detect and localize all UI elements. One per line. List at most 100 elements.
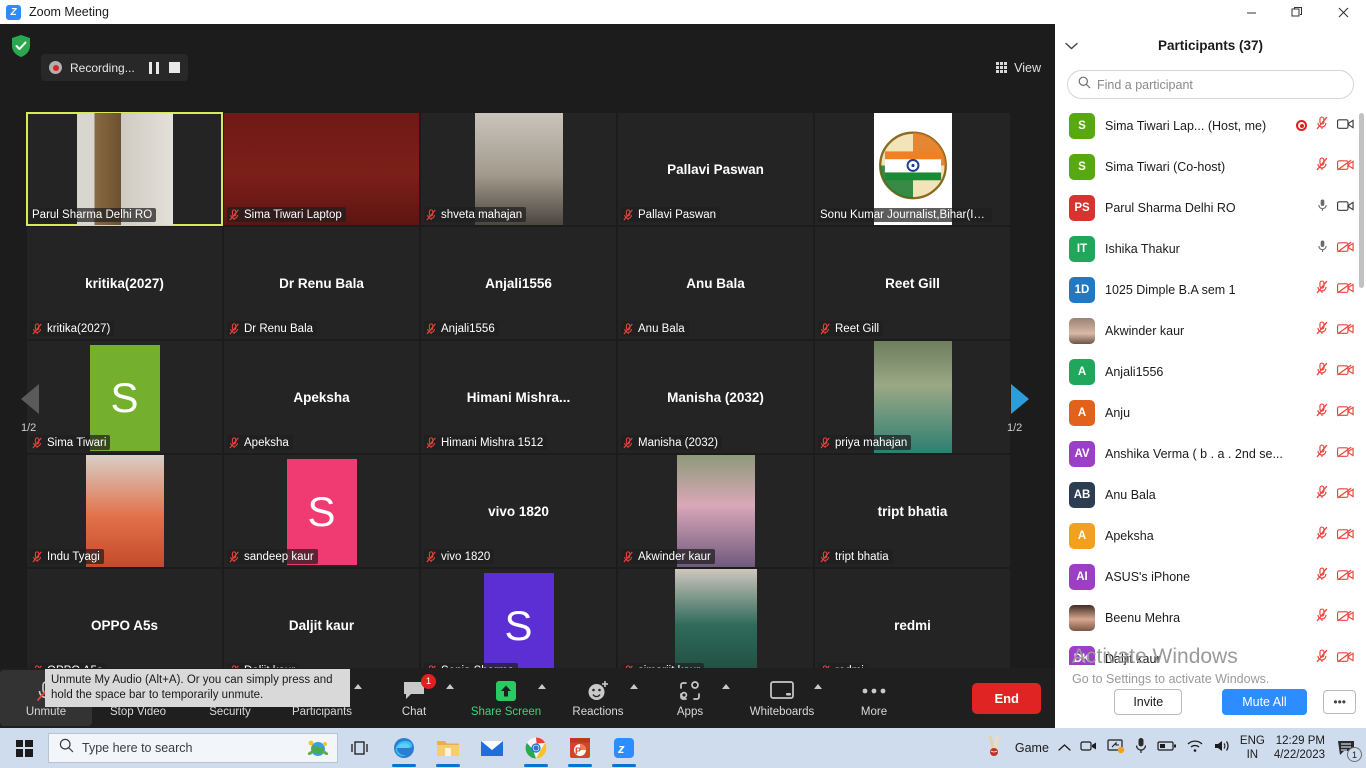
camera-on-icon[interactable]	[1337, 199, 1354, 217]
mic-muted-icon[interactable]	[1316, 116, 1328, 135]
chevron-up-icon[interactable]	[538, 684, 546, 689]
mic-muted-icon[interactable]	[1316, 157, 1328, 176]
mic-muted-icon[interactable]	[1316, 362, 1328, 381]
mic-muted-icon[interactable]	[1316, 321, 1328, 340]
stop-recording-icon[interactable]	[168, 62, 180, 73]
video-tile[interactable]: Ssandeep kaur	[223, 454, 420, 568]
participant-row[interactable]: A Anjali1556	[1055, 351, 1366, 392]
maximize-restore-button[interactable]	[1274, 0, 1320, 24]
video-tile[interactable]: Anjali1556 Anjali1556	[420, 226, 617, 340]
camera-off-icon[interactable]	[1337, 158, 1354, 176]
camera-off-icon[interactable]	[1337, 281, 1354, 299]
mic-on-icon[interactable]	[1317, 239, 1328, 258]
camera-off-icon[interactable]	[1337, 363, 1354, 381]
chevron-up-icon[interactable]	[354, 684, 362, 689]
camera-off-icon[interactable]	[1337, 609, 1354, 627]
wifi-icon[interactable]	[1186, 739, 1204, 758]
camera-off-icon[interactable]	[1337, 404, 1354, 422]
camera-tray-icon[interactable]	[1080, 739, 1098, 758]
video-tile[interactable]: redmiredmi	[814, 568, 1011, 682]
participant-row[interactable]: Beenu Mehra	[1055, 597, 1366, 638]
video-tile[interactable]: Sima Tiwari Laptop	[223, 112, 420, 226]
toolbar-apps-button[interactable]: Apps	[644, 670, 736, 726]
mic-muted-icon[interactable]	[1316, 403, 1328, 422]
mic-muted-icon[interactable]	[1316, 526, 1328, 545]
camera-off-icon[interactable]	[1337, 486, 1354, 504]
chrome-browser-icon[interactable]	[514, 728, 558, 768]
camera-off-icon[interactable]	[1337, 568, 1354, 586]
video-tile[interactable]: Akwinder kaur	[617, 454, 814, 568]
clock[interactable]: 12:29 PM 4/22/2023	[1274, 734, 1325, 762]
video-tile[interactable]: Manisha (2032) Manisha (2032)	[617, 340, 814, 454]
taskbar-search-box[interactable]: Type here to search	[48, 733, 338, 763]
participants-more-options-button[interactable]: •••	[1323, 690, 1356, 714]
mic-muted-icon[interactable]	[1316, 444, 1328, 463]
toolbar-more-button[interactable]: More	[828, 670, 920, 726]
participant-row[interactable]: Akwinder kaur	[1055, 310, 1366, 351]
view-button[interactable]: View	[996, 56, 1041, 80]
toolbar-share-screen-button[interactable]: Share Screen	[460, 670, 552, 726]
video-tile[interactable]: Reet Gill Reet Gill	[814, 226, 1011, 340]
video-tile[interactable]: Anu Bala Anu Bala	[617, 226, 814, 340]
video-tile[interactable]: kritika(2027) kritika(2027)	[26, 226, 223, 340]
video-tile[interactable]: Apeksha Apeksha	[223, 340, 420, 454]
participant-row[interactable]: AV Anshika Verma ( b . a . 2nd se...	[1055, 433, 1366, 474]
participant-row[interactable]: 1D 1025 Dimple B.A sem 1	[1055, 269, 1366, 310]
video-tile[interactable]: simarjit kaur	[617, 568, 814, 682]
video-tile[interactable]: SSonia Sharma	[420, 568, 617, 682]
collapse-panel-chevron-down-icon[interactable]	[1065, 38, 1078, 53]
powerpoint-icon[interactable]: P	[558, 728, 602, 768]
mic-muted-icon[interactable]	[1316, 567, 1328, 586]
video-tile[interactable]: vivo 1820 vivo 1820	[420, 454, 617, 568]
screen-share-tray-icon[interactable]	[1107, 738, 1125, 759]
microphone-tray-icon[interactable]	[1134, 737, 1148, 759]
participant-search-box[interactable]	[1067, 70, 1354, 99]
minimize-button[interactable]	[1228, 0, 1274, 24]
toolbar-reactions-button[interactable]: Reactions	[552, 670, 644, 726]
participant-row[interactable]: IT Ishika Thakur	[1055, 228, 1366, 269]
volume-icon[interactable]	[1213, 739, 1231, 758]
show-hidden-icons-chevron-icon[interactable]	[1058, 739, 1071, 757]
mute-all-button[interactable]: Mute All	[1222, 689, 1307, 715]
chevron-up-icon[interactable]	[446, 684, 454, 689]
video-tile[interactable]: S Sima Tiwari	[26, 340, 223, 454]
participant-row[interactable]: PS Parul Sharma Delhi RO	[1055, 187, 1366, 228]
toolbar-chat-button[interactable]: Chat 1	[368, 670, 460, 726]
end-meeting-button[interactable]: End	[972, 682, 1041, 714]
edge-browser-icon[interactable]	[382, 728, 426, 768]
participant-row[interactable]: AI ASUS's iPhone	[1055, 556, 1366, 597]
mail-icon[interactable]	[470, 728, 514, 768]
mic-muted-icon[interactable]	[1316, 485, 1328, 504]
video-tile[interactable]: Dr Renu Bala Dr Renu Bala	[223, 226, 420, 340]
video-tile[interactable]: Parul Sharma Delhi RO	[26, 112, 223, 226]
chevron-up-icon[interactable]	[722, 684, 730, 689]
participant-row[interactable]: S Sima Tiwari Lap... (Host, me)	[1055, 105, 1366, 146]
previous-page-button[interactable]	[16, 369, 44, 429]
video-tile[interactable]: shveta mahajan	[420, 112, 617, 226]
participants-scrollbar[interactable]	[1359, 113, 1364, 288]
mic-on-icon[interactable]	[1317, 198, 1328, 217]
video-tile[interactable]: Pallavi Paswan Pallavi Paswan	[617, 112, 814, 226]
video-tile[interactable]: Himani Mishra... Himani Mishra 1512	[420, 340, 617, 454]
mic-muted-icon[interactable]	[1316, 280, 1328, 299]
camera-on-icon[interactable]	[1337, 117, 1354, 135]
file-explorer-icon[interactable]	[426, 728, 470, 768]
participant-row[interactable]: AB Anu Bala	[1055, 474, 1366, 515]
video-tile[interactable]: Sonu Kumar Journalist,Bihar(In...	[814, 112, 1011, 226]
zoom-icon[interactable]: z	[602, 728, 646, 768]
video-tile[interactable]: OPPO A5sOPPO A5s	[26, 568, 223, 682]
participant-row[interactable]: A Apeksha	[1055, 515, 1366, 556]
cricket-game-icon[interactable]	[984, 735, 1006, 762]
participant-row[interactable]: DK Daljit kaur	[1055, 638, 1366, 665]
next-page-button[interactable]	[1006, 369, 1034, 429]
camera-off-icon[interactable]	[1337, 322, 1354, 340]
game-label[interactable]: Game	[1015, 741, 1049, 755]
close-button[interactable]	[1320, 0, 1366, 24]
invite-button[interactable]: Invite	[1114, 689, 1183, 715]
participant-row[interactable]: S Sima Tiwari (Co-host)	[1055, 146, 1366, 187]
chevron-up-icon[interactable]	[814, 684, 822, 689]
mic-muted-icon[interactable]	[1316, 649, 1328, 665]
camera-off-icon[interactable]	[1337, 240, 1354, 258]
toolbar-whiteboards-button[interactable]: Whiteboards	[736, 670, 828, 726]
mic-muted-icon[interactable]	[1316, 608, 1328, 627]
